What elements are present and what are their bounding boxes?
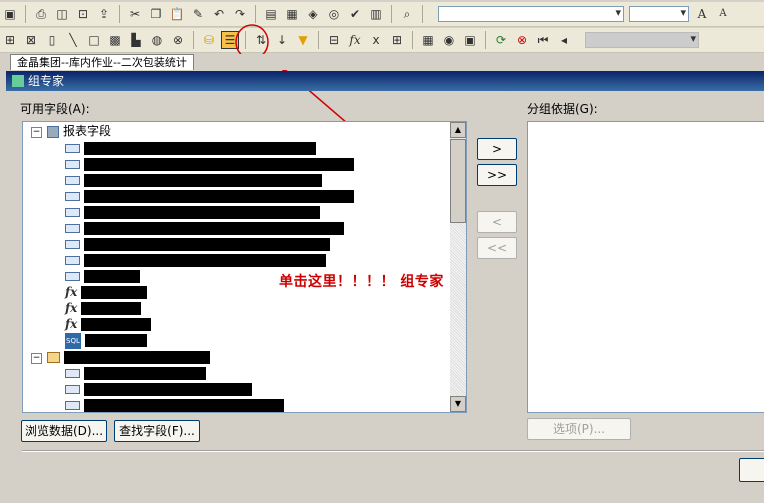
tree-field-item[interactable] bbox=[65, 188, 354, 204]
tree-group-report-fields[interactable]: 报表字段 bbox=[47, 123, 111, 139]
redacted-field-name bbox=[84, 254, 326, 267]
annotation-text: 单击这里！！！！ 组专家 bbox=[279, 274, 444, 290]
tree-formula-item[interactable]: fx bbox=[65, 316, 152, 332]
field-icon bbox=[65, 224, 80, 233]
table-icon bbox=[47, 352, 60, 363]
formula-icon: fx bbox=[65, 285, 78, 299]
collapse-toggle[interactable]: − bbox=[31, 353, 42, 364]
tree-scrollbar[interactable]: ▲ ▼ bbox=[450, 122, 466, 412]
tree-field-item[interactable] bbox=[65, 381, 252, 397]
tree-sql-item[interactable]: SQL bbox=[65, 332, 147, 349]
scroll-down-button[interactable]: ▼ bbox=[450, 396, 466, 412]
redacted-field-name bbox=[84, 238, 330, 251]
tree-field-item[interactable] bbox=[65, 268, 140, 284]
redacted-field-name bbox=[84, 206, 320, 219]
redacted-table-name bbox=[64, 351, 210, 364]
field-icon bbox=[65, 385, 80, 394]
dialog-icon bbox=[12, 75, 24, 87]
group-by-label: 分组依据(G): bbox=[527, 102, 598, 116]
redacted-field-name bbox=[84, 190, 354, 203]
field-icon bbox=[65, 369, 80, 378]
redacted-field-name bbox=[84, 334, 147, 347]
field-icon bbox=[65, 401, 80, 410]
dialog-title: 组专家 bbox=[28, 74, 65, 88]
tree-field-item[interactable] bbox=[65, 397, 284, 412]
tree-formula-item[interactable]: fx bbox=[65, 284, 148, 300]
field-icon bbox=[65, 144, 80, 153]
redacted-field-name bbox=[81, 302, 142, 315]
redacted-field-name bbox=[84, 222, 344, 235]
formula-icon: fx bbox=[65, 301, 78, 315]
find-field-button[interactable]: 查找字段(F)... bbox=[114, 420, 200, 442]
available-fields-label: 可用字段(A): bbox=[20, 102, 90, 116]
tree-field-item[interactable] bbox=[65, 365, 206, 381]
field-icon bbox=[65, 272, 80, 281]
field-icon bbox=[65, 240, 80, 249]
tree-field-item[interactable] bbox=[65, 220, 344, 236]
redacted-field-name bbox=[84, 142, 316, 155]
scroll-up-button[interactable]: ▲ bbox=[450, 122, 466, 138]
formula-icon: fx bbox=[65, 317, 78, 331]
tree-field-item[interactable] bbox=[65, 252, 326, 268]
sql-expression-icon: SQL bbox=[65, 332, 81, 349]
redacted-field-name bbox=[81, 286, 148, 299]
redacted-field-name bbox=[84, 383, 252, 396]
tree-group-label: 报表字段 bbox=[63, 124, 112, 138]
redacted-field-name bbox=[84, 399, 284, 412]
redacted-field-name bbox=[84, 158, 354, 171]
dialog-separator bbox=[22, 450, 764, 452]
tree-field-item[interactable] bbox=[65, 236, 330, 252]
tree-field-item[interactable] bbox=[65, 140, 316, 156]
options-button[interactable]: 选项(P)... bbox=[527, 418, 631, 440]
add-field-button[interactable]: > bbox=[477, 138, 517, 160]
collapse-toggle[interactable]: − bbox=[31, 127, 42, 138]
redacted-field-name bbox=[84, 367, 206, 380]
tree-field-item[interactable] bbox=[65, 172, 322, 188]
field-icon bbox=[65, 256, 80, 265]
tree-formula-item[interactable]: fx bbox=[65, 300, 142, 316]
tree-field-item[interactable] bbox=[65, 204, 320, 220]
ok-button[interactable] bbox=[739, 458, 764, 482]
group-by-list[interactable] bbox=[527, 121, 764, 413]
redacted-field-name bbox=[84, 270, 140, 283]
field-icon bbox=[65, 160, 80, 169]
tree-field-item[interactable] bbox=[65, 156, 354, 172]
field-icon bbox=[65, 208, 80, 217]
tree-group-table[interactable] bbox=[47, 349, 210, 365]
remove-all-fields-button[interactable]: << bbox=[477, 237, 517, 259]
report-tab[interactable]: 金晶集团--库内作业--二次包装统计 bbox=[10, 54, 194, 70]
redacted-field-name bbox=[84, 174, 322, 187]
dialog-title-bar: 组专家 bbox=[6, 71, 764, 91]
report-fields-icon bbox=[47, 125, 59, 138]
available-fields-tree[interactable]: − 报表字段 fx fx fx SQL − ▲ ▼ bbox=[22, 121, 467, 413]
browse-data-button[interactable]: 浏览数据(D)... bbox=[21, 420, 107, 442]
add-all-fields-button[interactable]: >> bbox=[477, 164, 517, 186]
field-icon bbox=[65, 176, 80, 185]
scroll-thumb[interactable] bbox=[450, 139, 466, 223]
field-icon bbox=[65, 192, 80, 201]
redacted-field-name bbox=[81, 318, 152, 331]
remove-field-button[interactable]: < bbox=[477, 211, 517, 233]
report-tab-bar: 金晶集团--库内作业--二次包装统计 bbox=[0, 54, 764, 70]
